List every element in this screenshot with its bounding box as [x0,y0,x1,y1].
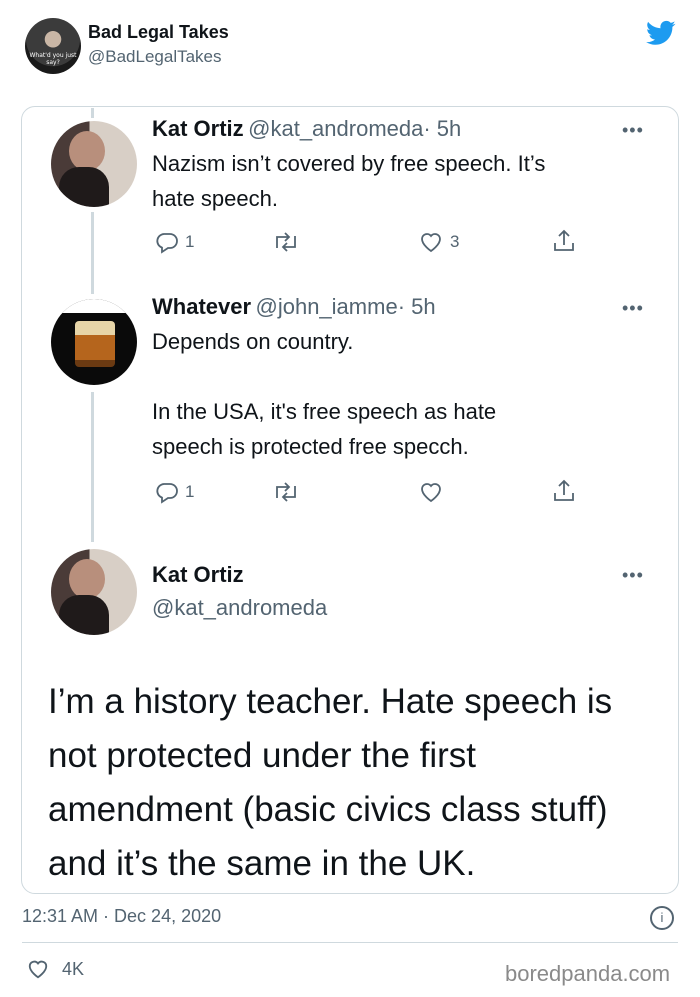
tweet-author-handle[interactable]: @kat_andromeda [248,116,423,141]
author-avatar[interactable]: What'd you just say? [25,18,81,74]
more-options-icon[interactable]: ••• [622,298,644,319]
more-options-icon[interactable]: ••• [622,120,644,141]
more-options-icon[interactable]: ••• [622,565,644,586]
reply-icon [156,483,178,504]
reply-button[interactable]: 1 [155,480,194,504]
share-button[interactable] [551,478,577,504]
main-tweet-author-handle[interactable]: @kat_andromeda [152,595,327,621]
info-icon[interactable]: i [650,906,674,930]
main-tweet-author-name[interactable]: Kat Ortiz [152,562,244,588]
heart-icon [421,233,441,253]
tweet-time[interactable]: · 5h [398,294,436,319]
like-button[interactable] [418,480,444,504]
whatever-avatar[interactable] [51,299,137,385]
heart-icon [421,483,441,503]
reply-button[interactable]: 1 [155,230,194,254]
kat-ortiz-avatar[interactable] [51,121,137,207]
heart-icon [28,960,48,979]
kat-ortiz-avatar[interactable] [51,549,137,635]
retweet-icon [276,482,296,502]
watermark: boredpanda.com [505,961,671,986]
author-name[interactable]: Bad Legal Takes [88,22,229,43]
share-button[interactable] [551,228,577,254]
reply-count: 1 [185,482,195,501]
divider [22,942,678,943]
tweet-header: Whatever @john_iamme· 5h [152,294,436,320]
share-icon [554,479,574,501]
tweet-text: Nazism isn’t covered by free speech. It’… [152,151,546,211]
retweet-button[interactable] [272,480,300,504]
like-count: 3 [450,232,460,251]
avatar-caption: What'd you just say? [29,52,77,66]
retweet-icon [276,232,296,252]
tweet-header: Kat Ortiz @kat_andromeda· 5h [152,116,461,142]
main-tweet-text: I’m a history teacher. Hate speech is no… [48,682,613,883]
tweet-time[interactable]: · 5h [423,116,461,141]
author-handle[interactable]: @BadLegalTakes [88,47,222,67]
like-button[interactable]: 3 [418,230,459,254]
tweet-author-name[interactable]: Kat Ortiz [152,116,244,141]
thread-line [91,212,94,294]
share-icon [554,229,574,251]
like-count: 4K [62,958,85,979]
reply-icon [156,233,178,254]
tweet-text: Depends on country. In the USA, it's fre… [152,329,497,459]
reply-count: 1 [185,232,195,251]
like-button[interactable]: 4K [26,958,84,980]
tweet-author-handle[interactable]: @john_iamme [256,294,398,319]
thread-line [91,108,94,118]
tweet-timestamp[interactable]: 12:31 AM · Dec 24, 2020 [22,906,221,927]
thread-line [91,392,94,542]
twitter-bird-icon [646,20,676,45]
retweet-button[interactable] [272,230,300,254]
tweet-author-name[interactable]: Whatever [152,294,251,319]
